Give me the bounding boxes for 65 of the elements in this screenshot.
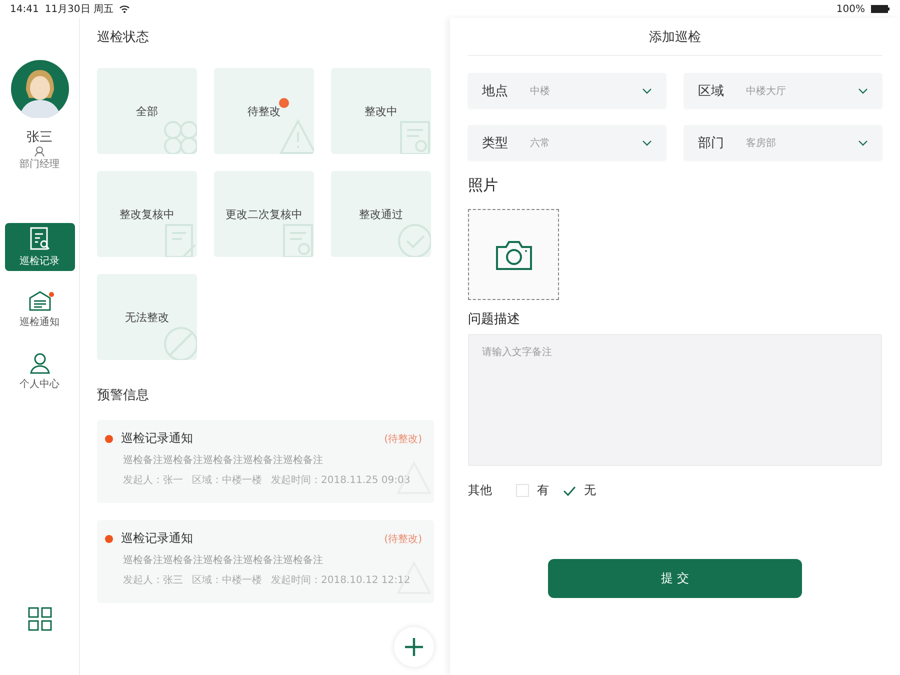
alert-area: 区域：中楼一楼	[192, 473, 262, 487]
checkbox[interactable]	[563, 484, 576, 497]
alert-sender: 发起人：张三	[123, 574, 183, 587]
alert-status: (待整改)	[384, 532, 422, 546]
select-field[interactable]: 部门 客房部	[684, 125, 882, 160]
user-role: 部门经理	[20, 158, 60, 171]
submit-button[interactable]: 提 交	[548, 559, 802, 598]
status-dot	[105, 534, 113, 542]
user-name: 张三	[26, 129, 52, 146]
alert-card[interactable]: 巡检记录通知 (待整改) 巡检备注巡检备注巡检备注巡检备注巡检备注 发起人：张三 区域：中楼一楼 发起时间：2018.10.12 12:12	[97, 520, 434, 603]
description-field[interactable]: 请输入文字备注	[468, 334, 882, 466]
nav-item[interactable]: 巡检通知	[4, 285, 74, 333]
prohibited-icon	[161, 324, 197, 360]
clover-icon	[161, 118, 197, 154]
alert-card[interactable]: 巡检记录通知 (待整改) 巡检备注巡检备注巡检备注巡检备注巡检备注 发起人：张一 区域：中楼一楼 发起时间：2018.11.25 09:03	[97, 420, 434, 503]
field-label: 照片	[468, 176, 499, 195]
photo-upload[interactable]	[468, 209, 559, 300]
chevron-down-icon	[642, 140, 652, 146]
option-label[interactable]: 有	[516, 482, 549, 499]
chevron-down-icon	[858, 140, 868, 146]
alert-title: 巡检记录通知	[121, 430, 193, 447]
section-title: 预警信息	[97, 387, 150, 404]
select-field[interactable]: 类型 六常	[468, 125, 666, 160]
alert-time: 发起时间：2018.11.25 09:03	[271, 474, 410, 487]
chevron-down-icon	[858, 88, 868, 94]
nav-item[interactable]: 巡检记录	[4, 223, 74, 271]
alert-title: 巡检记录通知	[121, 530, 193, 547]
select-field[interactable]: 地点 中楼	[468, 73, 666, 108]
form-title: 添加巡检	[649, 28, 701, 46]
option-label[interactable]: 无	[563, 482, 596, 499]
status-tile[interactable]: 待整改	[214, 68, 314, 154]
add-button[interactable]	[394, 627, 434, 667]
wifi-icon	[119, 5, 130, 13]
alert-time: 发起时间：2018.10.12 12:12	[271, 574, 410, 587]
chevron-down-icon	[642, 88, 652, 94]
status-tile[interactable]: 全部	[97, 68, 197, 154]
status-tile[interactable]: 无法整改	[97, 274, 197, 360]
field-label: 问题描述	[468, 311, 521, 328]
document-search-icon	[28, 226, 50, 250]
checkbox[interactable]	[516, 484, 529, 497]
grid-icon[interactable]	[28, 607, 52, 631]
avatar	[10, 60, 68, 118]
warning-icon	[278, 118, 314, 154]
status-time: 14:41	[10, 4, 39, 14]
person-icon	[28, 352, 50, 374]
status-dot	[105, 434, 113, 442]
status-tile[interactable]: 整改通过	[331, 171, 431, 257]
battery-percent: 100%	[836, 4, 865, 14]
alert-note: 巡检备注巡检备注巡检备注巡检备注巡检备注	[123, 554, 324, 567]
camera-icon	[494, 238, 532, 270]
status-tile[interactable]: 更改二次复核中	[214, 171, 314, 257]
alert-area: 区域：中楼一楼	[192, 573, 262, 587]
status-tile[interactable]: 整改中	[331, 68, 431, 154]
field-label: 其他	[468, 482, 492, 499]
user-icon	[34, 146, 45, 157]
alert-sender: 发起人：张一	[123, 474, 183, 487]
alert-status: (待整改)	[384, 432, 422, 446]
status-date: 11月30日 周五	[44, 3, 114, 16]
nav-item[interactable]: 个人中心	[4, 347, 74, 395]
plus-icon	[405, 638, 423, 656]
battery-icon	[871, 5, 890, 13]
select-field[interactable]: 区域 中楼大厅	[684, 73, 882, 108]
section-title: 巡检状态	[97, 29, 150, 46]
status-tile[interactable]: 整改复核中	[97, 171, 197, 257]
alert-note: 巡检备注巡检备注巡检备注巡检备注巡检备注	[123, 454, 324, 467]
